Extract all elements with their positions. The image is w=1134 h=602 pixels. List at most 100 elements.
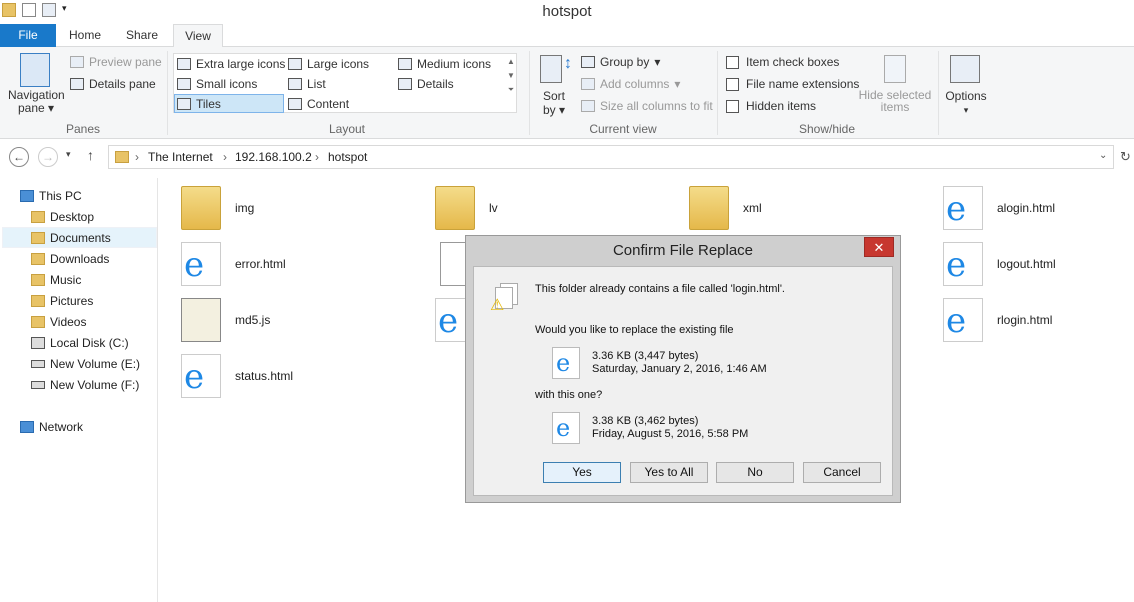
add-columns-button[interactable]: Add columns ▾ xyxy=(581,77,680,91)
nav-item-documents[interactable]: Documents xyxy=(31,228,111,248)
preview-pane-icon xyxy=(70,56,84,68)
details-pane-button[interactable]: Details pane xyxy=(70,77,156,91)
drive-icon xyxy=(31,381,45,389)
hidden-items-toggle[interactable]: Hidden items xyxy=(726,99,816,113)
details-pane-icon xyxy=(70,78,84,90)
breadcrumb-hotspot[interactable]: hotspot xyxy=(328,150,367,164)
layout-medium-icons[interactable]: Medium icons xyxy=(398,57,491,71)
preview-pane-button[interactable]: Preview pane xyxy=(70,55,162,69)
folder-icon xyxy=(31,274,45,286)
divider xyxy=(167,51,168,135)
chevron-right-icon[interactable]: › xyxy=(223,150,227,164)
close-icon[interactable]: ✕ xyxy=(864,237,894,257)
sort-arrows-icon: ↕ xyxy=(564,55,572,72)
nav-item-music[interactable]: Music xyxy=(31,270,81,290)
hide-selected-items-button[interactable]: Hide selected items xyxy=(856,89,934,113)
nav-item-downloads[interactable]: Downloads xyxy=(31,249,109,269)
checkbox xyxy=(726,99,739,113)
new-file-date: Friday, August 5, 2016, 5:58 PM xyxy=(592,428,749,440)
cancel-button[interactable]: Cancel xyxy=(803,462,881,483)
options-button[interactable]: Options ▾ xyxy=(944,89,988,117)
file-item-lv[interactable]: lv xyxy=(435,186,498,230)
forward-icon[interactable]: → xyxy=(38,147,58,167)
divider xyxy=(717,51,718,135)
layout-tiles[interactable]: Tiles xyxy=(177,97,221,111)
tab-share[interactable]: Share xyxy=(118,24,166,47)
chevron-right-icon[interactable]: › xyxy=(315,150,319,164)
layout-small-icons[interactable]: Small icons xyxy=(177,77,257,91)
folder-icon xyxy=(31,211,45,223)
file-name-extensions-toggle[interactable]: File name extensions xyxy=(726,77,859,91)
computer-icon xyxy=(20,190,34,202)
html-file-icon: e xyxy=(943,298,983,342)
layout-large-icons[interactable]: Large icons xyxy=(288,57,369,71)
nav-item-new-volume-e[interactable]: New Volume (E:) xyxy=(31,354,140,374)
script-file-icon xyxy=(181,298,221,342)
refresh-icon[interactable]: ↻ xyxy=(1120,149,1131,165)
file-item-xml[interactable]: xml xyxy=(689,186,762,230)
address-field[interactable]: › The Internet › 192.168.100.2 › hotspot… xyxy=(108,145,1114,169)
with-this-one-label: with this one? xyxy=(535,389,603,401)
tab-file[interactable]: File xyxy=(0,24,56,47)
layout-group-label: Layout xyxy=(328,122,366,136)
layout-details[interactable]: Details xyxy=(398,77,454,91)
file-item-logout[interactable]: e logout.html xyxy=(943,242,1056,286)
divider xyxy=(938,51,939,135)
group-by-button[interactable]: Group by ▾ xyxy=(581,55,660,69)
file-item-md5[interactable]: md5.js xyxy=(181,298,270,342)
html-file-icon: e xyxy=(943,186,983,230)
nav-item-this-pc[interactable]: This PC xyxy=(20,186,82,206)
tiles-icon xyxy=(177,98,191,110)
file-item-img[interactable]: img xyxy=(181,186,254,230)
chevron-right-icon[interactable]: › xyxy=(135,150,139,164)
extra-large-icons-icon xyxy=(177,58,191,70)
checkbox xyxy=(726,55,739,69)
breadcrumb-ip[interactable]: 192.168.100.2 xyxy=(235,150,312,164)
navigation-pane-button[interactable]: Navigation pane ▾ xyxy=(8,89,65,115)
existing-file-date: Saturday, January 2, 2016, 1:46 AM xyxy=(592,363,767,375)
tab-home[interactable]: Home xyxy=(62,24,108,47)
nav-item-videos[interactable]: Videos xyxy=(31,312,86,332)
nav-item-pictures[interactable]: Pictures xyxy=(31,291,93,311)
file-item-alogin[interactable]: e alogin.html xyxy=(943,186,1055,230)
layout-scroll[interactable]: ▲ ▼ ⏷ xyxy=(507,55,515,97)
drive-icon xyxy=(31,337,45,349)
drive-icon xyxy=(31,360,45,368)
folder-icon xyxy=(31,253,45,265)
new-file-size: 3.38 KB (3,462 bytes) xyxy=(592,415,699,427)
current-view-group-label: Current view xyxy=(589,122,657,136)
nav-item-desktop[interactable]: Desktop xyxy=(31,207,94,227)
size-columns-button[interactable]: Size all columns to fit xyxy=(581,99,713,113)
yes-button[interactable]: Yes xyxy=(543,462,621,483)
tab-view[interactable]: View xyxy=(173,24,223,48)
html-file-icon: e xyxy=(181,242,221,286)
up-icon[interactable]: ↑ xyxy=(87,147,94,163)
layout-extra-large-icons[interactable]: Extra large icons xyxy=(177,57,285,71)
no-button[interactable]: No xyxy=(716,462,794,483)
item-check-boxes-toggle[interactable]: Item check boxes xyxy=(726,55,839,69)
folder-icon xyxy=(31,232,45,244)
nav-item-network[interactable]: Network xyxy=(20,417,83,437)
layout-list[interactable]: List xyxy=(288,77,326,91)
yes-to-all-button[interactable]: Yes to All xyxy=(630,462,708,483)
file-item-error[interactable]: e error.html xyxy=(181,242,286,286)
file-item-status[interactable]: e status.html xyxy=(181,354,293,398)
address-dropdown-icon[interactable]: ⌄ xyxy=(1099,150,1107,161)
file-item-rlogin[interactable]: e rlogin.html xyxy=(943,298,1052,342)
divider xyxy=(529,51,530,135)
back-icon[interactable]: ← xyxy=(9,147,29,167)
sort-by-button[interactable]: Sort by ▾ xyxy=(537,89,571,117)
nav-item-local-disk-c[interactable]: Local Disk (C:) xyxy=(31,333,129,353)
nav-item-new-volume-f[interactable]: New Volume (F:) xyxy=(31,375,139,395)
size-columns-icon xyxy=(581,100,595,112)
html-file-icon: e xyxy=(943,242,983,286)
breadcrumb-the-internet[interactable]: The Internet xyxy=(148,150,213,164)
layout-content[interactable]: Content xyxy=(288,97,349,111)
existing-file-icon: e xyxy=(552,347,580,379)
confirm-file-replace-dialog: Confirm File Replace ✕ ⚠ This folder alr… xyxy=(465,235,901,503)
recent-locations-icon[interactable]: ▾ xyxy=(66,149,71,160)
add-columns-icon xyxy=(581,78,595,90)
checkbox xyxy=(726,77,739,91)
folder-icon xyxy=(181,186,221,230)
content-icon xyxy=(288,98,302,110)
